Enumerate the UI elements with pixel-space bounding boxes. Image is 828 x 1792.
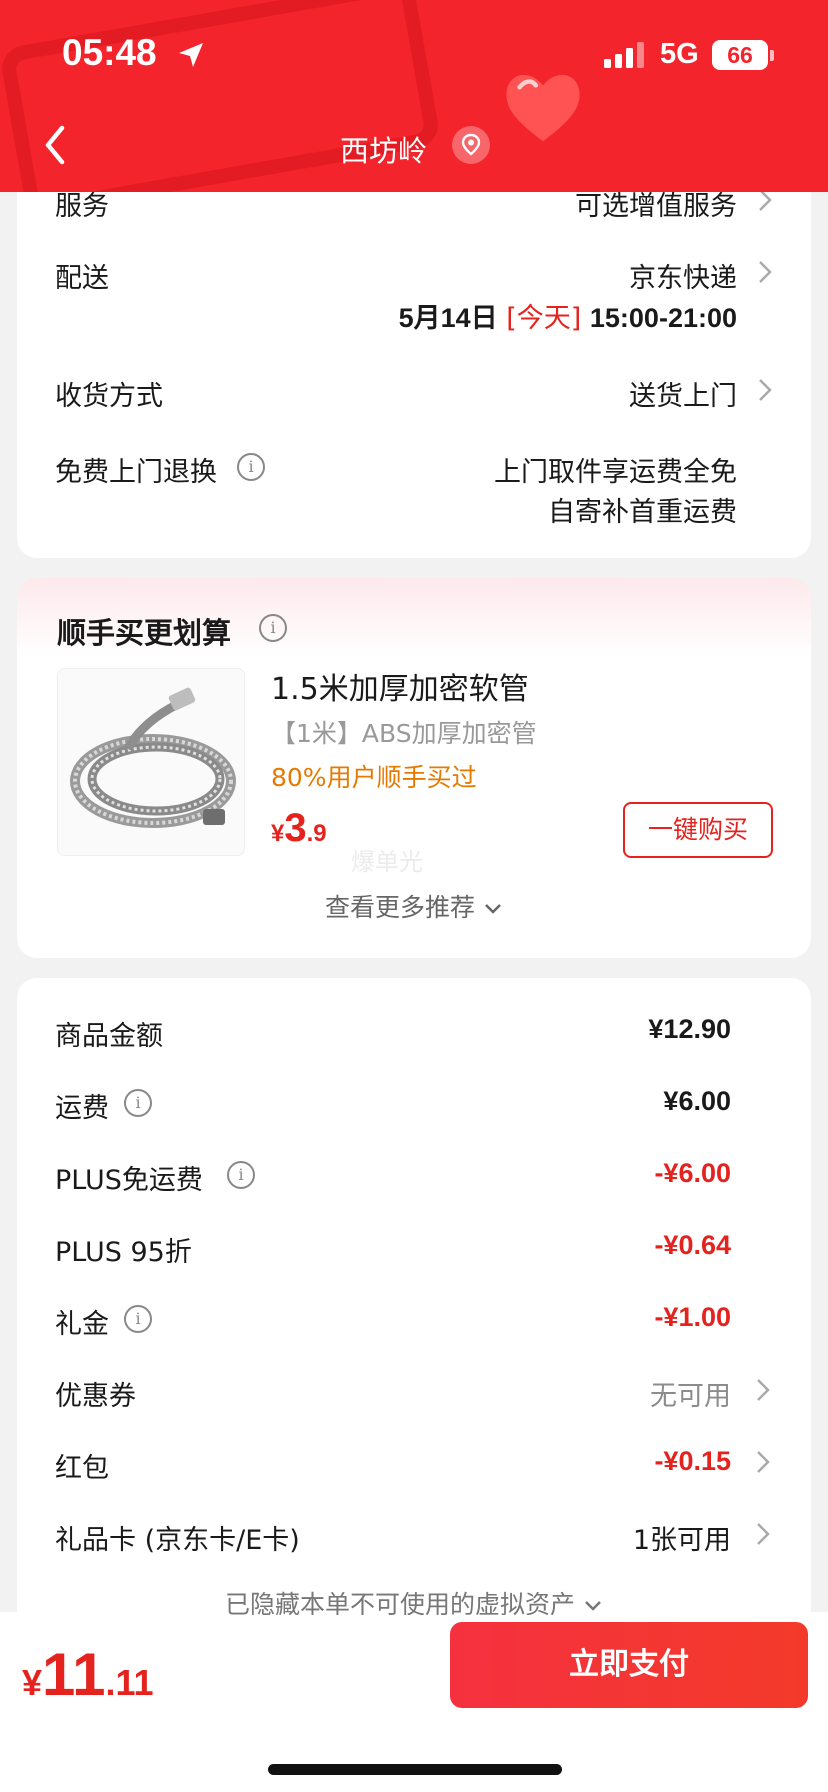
info-icon[interactable]: i <box>124 1305 152 1333</box>
free-return-label: 免费上门退换 <box>55 457 217 488</box>
goods-amount-label: 商品金额 <box>55 1021 163 1052</box>
info-icon[interactable]: i <box>227 1161 255 1189</box>
shipping-time[interactable]: 5月14日 [今天] 15:00-21:00 <box>399 296 737 335</box>
chevron-right-icon[interactable] <box>755 1449 771 1475</box>
nav-bar: 西坊岭 <box>0 110 828 180</box>
shipping-today-badge: [今天] <box>506 303 582 334</box>
red-packet-label: 红包 <box>55 1453 109 1484</box>
chevron-down-icon <box>485 904 501 914</box>
hidden-assets-label: 已隐藏本单不可使用的虚拟资产 <box>225 1590 576 1615</box>
network-type: 5G <box>660 38 699 70</box>
shipping-window: 15:00-21:00 <box>589 303 737 333</box>
info-icon[interactable]: i <box>124 1089 152 1117</box>
coupon-label: 优惠券 <box>55 1381 136 1412</box>
one-click-buy-button[interactable]: 一键购买 <box>623 802 773 858</box>
product-promo: 80%用户顺手买过 <box>271 763 477 792</box>
gift-card-label: 礼品卡 (京东卡/E卡) <box>55 1525 300 1556</box>
total-price: ¥11.11 <box>22 1641 154 1708</box>
status-bar: 05:48 5G 66 <box>0 0 828 100</box>
red-packet-value[interactable]: -¥0.15 <box>654 1446 731 1477</box>
plus-free-shipping-label: PLUS免运费 <box>55 1165 203 1196</box>
header: 05:48 5G 66 西坊岭 <box>0 0 828 192</box>
back-arrow-icon[interactable] <box>36 120 76 170</box>
info-icon[interactable]: i <box>237 453 265 481</box>
free-return-line1: 上门取件享运费全免 <box>494 457 737 488</box>
status-time: 05:48 <box>62 32 157 73</box>
location-arrow-icon <box>179 43 203 67</box>
plus-discount-label: PLUS 95折 <box>55 1237 192 1268</box>
more-recommendations-label: 查看更多推荐 <box>325 893 476 922</box>
watermark: 爆单光 <box>351 848 423 876</box>
product-spec: 【1米】ABS加厚加密管 <box>271 719 537 748</box>
receive-method-label: 收货方式 <box>55 381 163 412</box>
chevron-right-icon[interactable] <box>757 259 773 285</box>
battery-icon: 66 <box>712 40 768 70</box>
price-summary-card: 商品金额 ¥12.90 运费 i ¥6.00 PLUS免运费 i -¥6.00 … <box>17 978 811 1628</box>
chevron-right-icon[interactable] <box>757 377 773 403</box>
gift-card-value[interactable]: 1张可用 <box>633 1518 731 1557</box>
delivery-card: 服务 可选增值服务 配送 京东快递 5月14日 [今天] 15:00-21:00… <box>17 160 811 558</box>
shipping-fee-label: 运费 <box>55 1093 109 1124</box>
coupon-value[interactable]: 无可用 <box>650 1374 731 1413</box>
more-recommendations-link[interactable]: 查看更多推荐 <box>17 888 811 924</box>
info-icon[interactable]: i <box>259 614 287 642</box>
battery-tip <box>770 50 774 61</box>
product-name[interactable]: 1.5米加厚加密软管 <box>271 664 529 708</box>
hidden-assets-toggle[interactable]: 已隐藏本单不可使用的虚拟资产 <box>0 1585 828 1615</box>
pay-now-button[interactable]: 立即支付 <box>450 1622 808 1708</box>
shipping-label: 配送 <box>55 263 109 294</box>
page-title[interactable]: 西坊岭 <box>340 128 427 170</box>
bottom-pay-bar: ¥11.11 立即支付 <box>0 1612 828 1792</box>
signal-icon <box>604 42 644 68</box>
free-return-line2: 自寄补首重运费 <box>548 497 737 528</box>
shipping-fee-value: ¥6.00 <box>663 1086 731 1116</box>
home-indicator[interactable] <box>268 1764 562 1775</box>
product-price: ¥3.9 <box>271 806 327 850</box>
plus-free-shipping-value: -¥6.00 <box>654 1158 731 1188</box>
shipping-value[interactable]: 京东快递 <box>629 256 737 295</box>
recommend-title: 顺手买更划算 <box>57 616 232 650</box>
chevron-right-icon[interactable] <box>755 1521 771 1547</box>
recommend-card: 顺手买更划算 i 1.5米加厚加密软管 【1米】ABS加厚加密管 80%用户顺手… <box>17 578 811 958</box>
gift-money-label: 礼金 <box>55 1309 109 1340</box>
goods-amount-value: ¥12.90 <box>648 1014 731 1044</box>
plus-discount-value: -¥0.64 <box>654 1230 731 1260</box>
receive-method-value[interactable]: 送货上门 <box>629 374 737 413</box>
chevron-right-icon[interactable] <box>755 1377 771 1403</box>
product-image[interactable] <box>57 668 245 856</box>
gift-money-value: -¥1.00 <box>654 1302 731 1332</box>
shipping-date: 5月14日 <box>398 303 498 333</box>
hose-image-icon <box>70 687 236 828</box>
map-pin-icon[interactable] <box>452 126 490 164</box>
chevron-down-icon <box>585 1601 601 1611</box>
